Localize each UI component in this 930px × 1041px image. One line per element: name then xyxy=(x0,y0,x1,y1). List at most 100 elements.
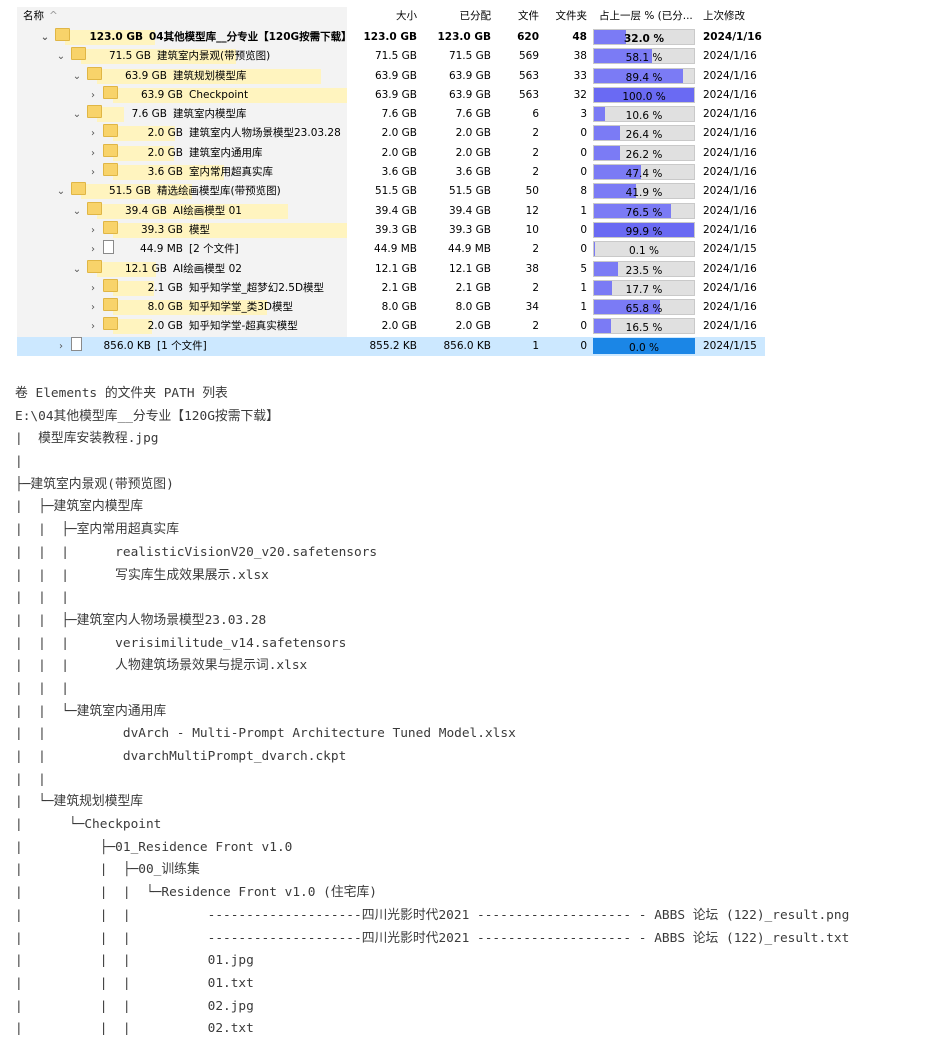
percent-bar: 26.2 % xyxy=(593,145,695,161)
chevron-right-icon[interactable]: › xyxy=(87,163,99,182)
tree-header: 名称 ^ 大小 已分配 文件 文件夹 占上一层 % (已分... 上次修改 xyxy=(17,7,765,28)
row-files: 1 xyxy=(532,337,539,356)
row-date: 2024/1/16 xyxy=(703,182,757,201)
tree-row[interactable]: ⌄123.0 GB04其他模型库__分专业【120G按需下载】123.0 GB1… xyxy=(17,28,765,47)
tree-row[interactable]: ›2.1 GB知乎知学堂_超梦幻2.5D模型2.1 GB2.1 GB2117.7… xyxy=(17,279,765,298)
chevron-down-icon[interactable]: ⌄ xyxy=(55,182,67,201)
percent-bar: 23.5 % xyxy=(593,261,695,277)
column-header-files[interactable]: 文件 xyxy=(518,7,539,26)
row-size-label: 63.9 GB xyxy=(125,67,167,86)
row-allocated: 44.9 MB xyxy=(448,240,491,259)
tree-row[interactable]: ⌄7.6 GB建筑室内模型库7.6 GB7.6 GB6310.6 %2024/1… xyxy=(17,105,765,124)
tree-row[interactable]: ›2.0 GB建筑室内人物场景模型23.03.282.0 GB2.0 GB202… xyxy=(17,124,765,143)
column-header-allocated[interactable]: 已分配 xyxy=(460,7,492,26)
column-header-modified[interactable]: 上次修改 xyxy=(703,7,745,26)
listing-line: | | | 写实库生成效果展示.xlsx xyxy=(15,565,915,588)
row-allocated: 123.0 GB xyxy=(438,28,492,47)
row-allocated: 2.0 GB xyxy=(456,144,491,163)
percent-label: 16.5 % xyxy=(594,319,694,338)
row-size: 44.9 MB xyxy=(374,240,417,259)
chevron-down-icon[interactable]: ⌄ xyxy=(71,105,83,124)
percent-bar: 58.1 % xyxy=(593,48,695,64)
row-size-label: 44.9 MB xyxy=(140,240,183,259)
tree-row[interactable]: ›856.0 KB[1 个文件]855.2 KB856.0 KB100.0 %2… xyxy=(17,337,765,356)
percent-bar: 100.0 % xyxy=(593,87,695,103)
chevron-down-icon[interactable]: ⌄ xyxy=(71,202,83,221)
listing-line: | | | 01.jpg xyxy=(15,950,915,973)
row-size-label: 39.4 GB xyxy=(125,202,167,221)
tree-row[interactable]: ›2.0 GB知乎知学堂-超真实模型2.0 GB2.0 GB2016.5 %20… xyxy=(17,317,765,336)
row-date: 2024/1/16 xyxy=(703,279,757,298)
row-folders: 0 xyxy=(580,221,587,240)
chevron-right-icon[interactable]: › xyxy=(87,240,99,259)
chevron-right-icon[interactable]: › xyxy=(87,86,99,105)
row-folders: 1 xyxy=(580,202,587,221)
listing-line: 卷 Elements 的文件夹 PATH 列表 xyxy=(15,383,915,406)
listing-line: | | ├─00_训练集 xyxy=(15,859,915,882)
listing-line: | | ├─建筑室内人物场景模型23.03.28 xyxy=(15,610,915,633)
tree-row[interactable]: ›44.9 MB[2 个文件]44.9 MB44.9 MB200.1 %2024… xyxy=(17,240,765,259)
chevron-right-icon[interactable]: › xyxy=(87,221,99,240)
row-allocated: 8.0 GB xyxy=(456,298,491,317)
percent-label: 47.4 % xyxy=(594,165,694,184)
percent-bar: 32.0 % xyxy=(593,29,695,45)
row-date: 2024/1/16 xyxy=(703,144,757,163)
row-allocated: 3.6 GB xyxy=(456,163,491,182)
chevron-right-icon[interactable]: › xyxy=(87,317,99,336)
tree-row[interactable]: ⌄71.5 GB建筑室内景观(带预览图)71.5 GB71.5 GB569385… xyxy=(17,47,765,66)
tree-row[interactable]: ›63.9 GBCheckpoint63.9 GB63.9 GB56332100… xyxy=(17,86,765,105)
listing-line: | | | 人物建筑场景效果与提示词.xlsx xyxy=(15,655,915,678)
row-name: 知乎知学堂_类3D模型 xyxy=(189,298,293,317)
column-header-name[interactable]: 名称 xyxy=(23,7,44,26)
chevron-down-icon[interactable]: ⌄ xyxy=(71,67,83,86)
listing-line: | | | └─Residence Front v1.0 (住宅库) xyxy=(15,882,915,905)
row-folders: 33 xyxy=(574,67,587,86)
listing-line: | | ├─室内常用超真实库 xyxy=(15,519,915,542)
chevron-right-icon[interactable]: › xyxy=(87,279,99,298)
column-header-percent[interactable]: 占上一层 % (已分... xyxy=(599,7,693,26)
folder-icon xyxy=(87,67,102,80)
chevron-down-icon[interactable]: ⌄ xyxy=(39,28,51,47)
row-files: 2 xyxy=(532,144,539,163)
row-allocated: 39.3 GB xyxy=(449,221,491,240)
chevron-right-icon[interactable]: › xyxy=(87,144,99,163)
tree-row[interactable]: ›2.0 GB建筑室内通用库2.0 GB2.0 GB2026.2 %2024/1… xyxy=(17,144,765,163)
row-size: 39.4 GB xyxy=(375,202,417,221)
column-header-size[interactable]: 大小 xyxy=(396,7,417,26)
percent-bar: 76.5 % xyxy=(593,203,695,219)
percent-label: 100.0 % xyxy=(594,88,694,107)
tree-row[interactable]: ⌄51.5 GB精选绘画模型库(带预览图)51.5 GB51.5 GB50841… xyxy=(17,182,765,201)
chevron-right-icon[interactable]: › xyxy=(87,124,99,143)
tree-row[interactable]: ⌄63.9 GB建筑规划模型库63.9 GB63.9 GB5633389.4 %… xyxy=(17,67,765,86)
tree-row[interactable]: ›8.0 GB知乎知学堂_类3D模型8.0 GB8.0 GB34165.8 %2… xyxy=(17,298,765,317)
row-name: 精选绘画模型库(带预览图) xyxy=(157,182,281,201)
row-name: AI绘画模型 01 xyxy=(173,202,242,221)
row-size: 2.0 GB xyxy=(382,144,417,163)
tree-row[interactable]: ›39.3 GB模型39.3 GB39.3 GB10099.9 %2024/1/… xyxy=(17,221,765,240)
chevron-down-icon[interactable]: ⌄ xyxy=(71,260,83,279)
listing-line: | | | 02.txt xyxy=(15,1018,915,1041)
row-size-label: 63.9 GB xyxy=(141,86,183,105)
chevron-right-icon[interactable]: › xyxy=(87,298,99,317)
row-size: 123.0 GB xyxy=(364,28,418,47)
row-name: [2 个文件] xyxy=(189,240,239,259)
row-allocated: 7.6 GB xyxy=(456,105,491,124)
tree-rows: ⌄123.0 GB04其他模型库__分专业【120G按需下载】123.0 GB1… xyxy=(17,28,765,356)
chevron-right-icon[interactable]: › xyxy=(55,337,67,356)
row-files: 2 xyxy=(532,279,539,298)
row-allocated: 2.1 GB xyxy=(456,279,491,298)
column-header-folders[interactable]: 文件夹 xyxy=(556,7,588,26)
row-files: 2 xyxy=(532,317,539,336)
tree-row[interactable]: ⌄12.1 GBAI绘画模型 0212.1 GB12.1 GB38523.5 %… xyxy=(17,260,765,279)
percent-label: 32.0 % xyxy=(594,30,694,49)
chevron-down-icon[interactable]: ⌄ xyxy=(55,47,67,66)
row-folders: 8 xyxy=(580,182,587,201)
row-size-label: 2.0 GB xyxy=(148,124,183,143)
tree-row[interactable]: ›3.6 GB室内常用超真实库3.6 GB3.6 GB2047.4 %2024/… xyxy=(17,163,765,182)
row-date: 2024/1/16 xyxy=(703,163,757,182)
percent-bar: 10.6 % xyxy=(593,106,695,122)
tree-row[interactable]: ⌄39.4 GBAI绘画模型 0139.4 GB39.4 GB12176.5 %… xyxy=(17,202,765,221)
row-folders: 38 xyxy=(574,47,587,66)
folder-icon xyxy=(103,144,118,157)
row-size-label: 12.1 GB xyxy=(125,260,167,279)
